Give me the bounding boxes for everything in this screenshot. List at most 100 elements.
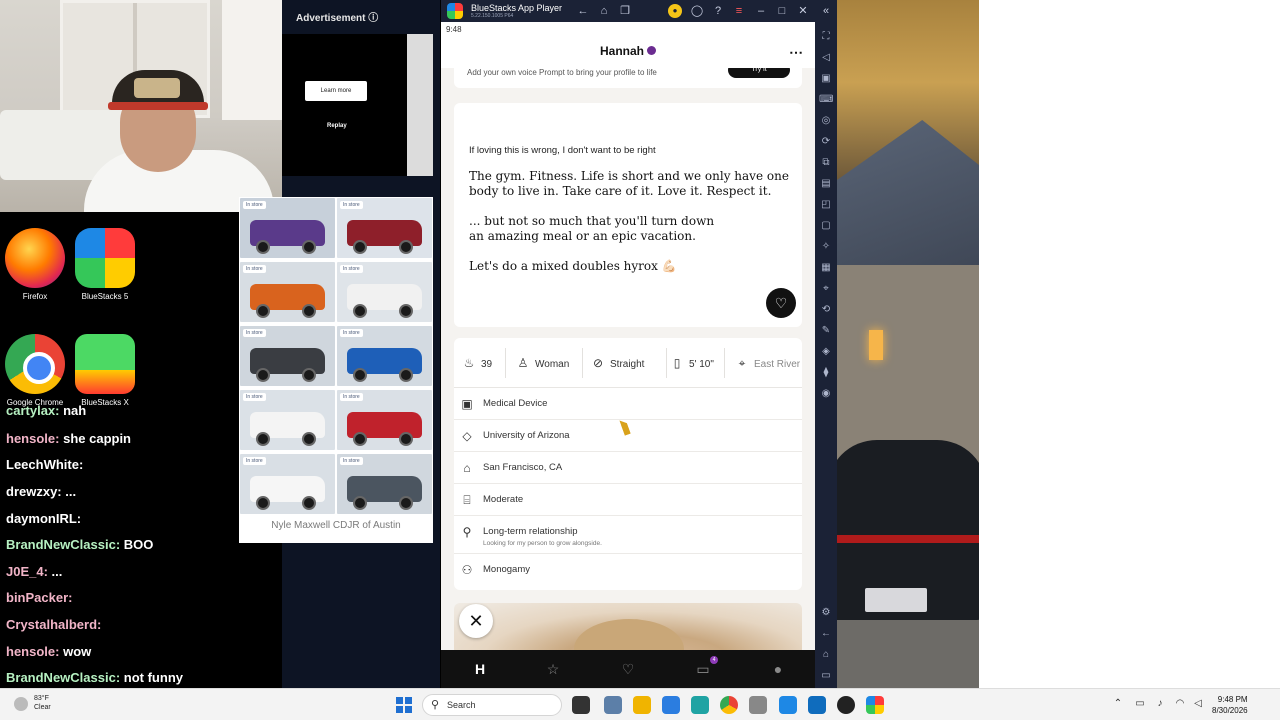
settings-icon[interactable]: ⚙ — [819, 606, 833, 620]
screenshot-icon[interactable]: ◰ — [819, 198, 833, 212]
chat-username: hensole: — [6, 644, 60, 659]
nav-likes[interactable]: ♡ — [616, 659, 640, 679]
network-icon[interactable]: ▭ — [1134, 698, 1146, 710]
maximize-icon[interactable]: □ — [775, 4, 789, 18]
bluestacks-titlebar[interactable]: BlueStacks App Player 5.22.150.1005 P64 … — [441, 0, 837, 22]
notepad-icon[interactable] — [662, 696, 680, 714]
car-listing[interactable]: In store — [337, 198, 432, 258]
car-listing[interactable]: In store — [337, 326, 432, 386]
multitask-icon[interactable]: ❐ — [618, 4, 632, 18]
bluestacks-desktop-icon[interactable]: BlueStacks 5 — [65, 228, 145, 301]
back-icon[interactable]: ← — [819, 627, 833, 641]
app-icon[interactable] — [779, 696, 797, 714]
more-options-icon[interactable]: ⋯ — [789, 44, 803, 61]
nav-profile[interactable]: ● — [766, 659, 790, 679]
media-icon[interactable]: ▦ — [819, 261, 833, 275]
avatar-icon: ● — [773, 661, 783, 677]
car-listing[interactable]: In store — [240, 454, 335, 514]
microphone-icon[interactable]: ♪ — [1154, 698, 1166, 710]
profile-photo[interactable] — [454, 603, 802, 650]
chat-username: daymonIRL: — [6, 511, 82, 526]
eco-mode-icon[interactable]: ✎ — [819, 324, 833, 338]
rotate-icon[interactable]: ⟲ — [819, 303, 833, 317]
car-listing[interactable]: In store — [337, 454, 432, 514]
file-explorer-icon[interactable] — [633, 696, 651, 714]
wheel — [399, 240, 413, 254]
car-listing[interactable]: In store — [337, 390, 432, 450]
minimize-icon[interactable]: – — [754, 4, 768, 18]
start-button[interactable] — [396, 697, 412, 713]
app-icon[interactable] — [808, 696, 826, 714]
file-icon[interactable] — [604, 696, 622, 714]
replay-button[interactable]: Replay — [327, 123, 347, 129]
speaker-icon[interactable]: ◁ — [1192, 698, 1204, 710]
wallpaper-roof — [837, 120, 979, 270]
taskbar-search[interactable]: ⚲ Search — [422, 694, 562, 716]
calculator-icon[interactable] — [749, 696, 767, 714]
weather-icon[interactable] — [14, 697, 28, 711]
ruler-icon: ▯ — [673, 356, 681, 370]
record-icon[interactable]: ▢ — [819, 219, 833, 233]
instance-icon[interactable]: ⧉ — [819, 156, 833, 170]
nav-standouts[interactable]: ☆ — [541, 659, 565, 679]
chevron-up-icon[interactable]: ⌃ — [1112, 698, 1124, 710]
location-icon[interactable]: ⌖ — [819, 282, 833, 296]
sync-icon[interactable]: ◈ — [819, 345, 833, 359]
macro-icon[interactable]: ⟳ — [819, 135, 833, 149]
weather-widget[interactable]: 83°F Clear — [34, 694, 51, 712]
home-icon[interactable]: ⌂ — [819, 648, 833, 662]
chat-message: BrandNewClassic: not funny — [6, 670, 183, 685]
wheel — [256, 240, 270, 254]
obs-taskbar-icon[interactable] — [837, 696, 855, 714]
learn-more-button[interactable]: Learn more — [305, 81, 367, 101]
back-icon[interactable]: ← — [576, 4, 590, 18]
dealer-name[interactable]: Nyle Maxwell CDJR of Austin — [239, 520, 433, 531]
like-button[interactable]: ♡ — [766, 288, 796, 318]
car-listing[interactable]: In store — [240, 262, 335, 322]
wheel — [302, 304, 316, 318]
wheel — [353, 368, 367, 382]
wifi-icon[interactable]: ◠ — [1174, 698, 1186, 710]
screen-icon[interactable]: ▣ — [819, 72, 833, 86]
car-listing[interactable]: In store — [240, 390, 335, 450]
wheel — [353, 240, 367, 254]
info-icon[interactable]: ⓘ — [368, 13, 378, 24]
vitals-row[interactable]: ♨ 39 ♙ Woman ⊘ Straight ▯ 5' 10" ⌖ East River — [454, 338, 802, 388]
home-icon[interactable]: ⌂ — [597, 4, 611, 18]
location-pin-icon: ⌖ — [738, 356, 746, 370]
bluestacks-x-desktop-icon[interactable]: BlueStacks X — [65, 334, 145, 407]
layers-icon[interactable]: ⧫ — [819, 366, 833, 380]
menu-icon[interactable]: ≡ — [732, 4, 746, 18]
volume-icon[interactable]: ◁ — [819, 51, 833, 65]
car-ad-grid[interactable]: In store In store In store In store In s… — [239, 197, 433, 543]
bluestacks-taskbar-icon[interactable] — [866, 696, 884, 714]
account-icon[interactable]: ◯ — [690, 4, 704, 18]
car-listing[interactable]: In store — [240, 326, 335, 386]
nav-discover[interactable]: H — [468, 659, 492, 679]
clock[interactable]: 9:48 PM 8/30/2026 — [1212, 694, 1248, 716]
bluestacks-window: BlueStacks App Player 5.22.150.1005 P64 … — [441, 0, 837, 688]
close-icon[interactable]: ✕ — [796, 4, 810, 18]
ad-video[interactable]: Learn more Replay — [282, 34, 407, 176]
gamepad-icon[interactable]: ◎ — [819, 114, 833, 128]
task-view-icon[interactable] — [572, 696, 590, 714]
help-icon[interactable]: ? — [711, 4, 725, 18]
game-guide-icon[interactable]: ◉ — [819, 387, 833, 401]
recent-apps-icon[interactable]: ▭ — [819, 669, 833, 683]
dismiss-button[interactable]: ✕ — [459, 604, 493, 638]
chrome-taskbar-icon[interactable] — [720, 696, 738, 714]
try-it-button[interactable]: Try it — [728, 68, 790, 78]
coin-icon[interactable]: ● — [668, 4, 682, 18]
fullscreen-icon[interactable]: ⛶ — [819, 30, 833, 44]
profile-scroll[interactable]: Add your own voice Prompt to bring your … — [441, 68, 815, 650]
collapse-sidebar-icon[interactable]: « — [819, 4, 833, 18]
windows-logo-icon — [405, 697, 412, 704]
app-icon[interactable] — [691, 696, 709, 714]
apk-icon[interactable]: ▤ — [819, 177, 833, 191]
chrome-desktop-icon[interactable]: Google Chrome — [0, 334, 75, 407]
keyboard-icon[interactable]: ⌨ — [819, 93, 833, 107]
car-listing[interactable]: In store — [240, 198, 335, 258]
firefox-desktop-icon[interactable]: Firefox — [0, 228, 75, 301]
car-listing[interactable]: In store — [337, 262, 432, 322]
shake-icon[interactable]: ✧ — [819, 240, 833, 254]
